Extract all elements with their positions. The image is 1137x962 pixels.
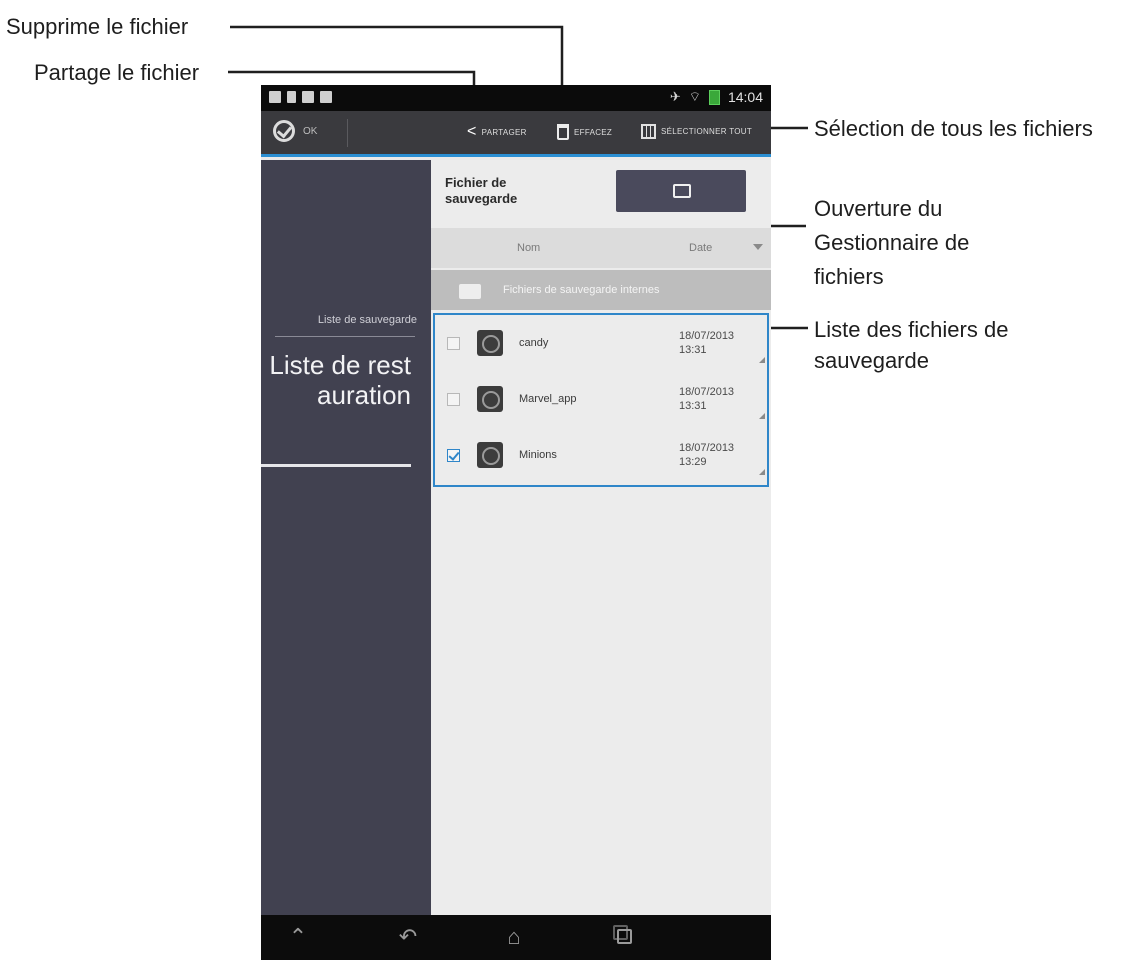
callout-select-all: Sélection de tous les fichiers (814, 116, 1093, 141)
file-checkbox[interactable] (447, 449, 460, 462)
chevron-up-icon: ⌃ (288, 924, 308, 949)
corner-marker-icon (759, 413, 765, 419)
share-icon: < (467, 123, 477, 140)
recent-apps-icon (617, 929, 632, 944)
ok-button[interactable]: OK (273, 120, 317, 142)
recent-apps-button[interactable] (609, 923, 639, 951)
sd-card-icon (302, 91, 314, 103)
backup-file-list: candy 18/07/2013 13:31 Marvel_app 18/07/… (433, 313, 769, 487)
action-bar-divider (347, 119, 348, 147)
list-item[interactable]: Marvel_app 18/07/2013 13:31 (435, 373, 767, 429)
main-content: Fichier de sauvegarde Nom Date Fichiers … (431, 160, 771, 915)
callout-backup-list: Liste des fichiers de sauvegarde (814, 317, 1009, 373)
folder-icon (673, 184, 691, 198)
folder-open-icon (459, 284, 481, 299)
check-circle-icon (273, 120, 295, 142)
action-bar: OK < PARTAGER EFFACEZ SÉLECTIONNER TOUT (261, 111, 771, 157)
select-all-icon (641, 124, 656, 139)
tab-backup-list[interactable]: Liste de sauvegarde (318, 314, 417, 326)
file-name: Minions (519, 449, 557, 461)
list-item[interactable]: candy 18/07/2013 13:31 (435, 317, 767, 373)
battery-icon (708, 89, 720, 105)
file-date-time: 13:31 (679, 400, 707, 412)
select-all-label: SÉLECTIONNER TOUT (661, 127, 753, 136)
app-icon (477, 386, 503, 412)
column-header: Nom Date (431, 228, 771, 268)
file-date-day: 18/07/2013 (679, 386, 735, 398)
ok-label: OK (303, 125, 318, 137)
screenshot-icon (269, 91, 281, 103)
status-bar: ✈ ⌔ 14:04 (261, 85, 771, 111)
delete-button[interactable]: EFFACEZ (557, 124, 612, 140)
share-button[interactable]: < PARTAGER (467, 124, 527, 140)
sidebar: Liste de sauvegarde Liste de restauratio… (261, 160, 431, 915)
app-icon (477, 442, 503, 468)
select-all-button[interactable]: SÉLECTIONNER TOUT (641, 124, 752, 139)
file-date-time: 13:31 (679, 344, 707, 356)
file-date-time: 13:29 (679, 456, 707, 468)
file-date: 18/07/2013 13:31 (679, 385, 734, 413)
navigation-bar: ⌃ ↶ ⌂ (261, 915, 771, 960)
file-name: Marvel_app (519, 393, 577, 405)
app-icon (477, 330, 503, 356)
back-icon: ↶ (398, 924, 418, 949)
column-date[interactable]: Date (689, 242, 712, 254)
home-button[interactable]: ⌂ (499, 923, 529, 951)
file-date-day: 18/07/2013 (679, 442, 735, 454)
group-label: Fichiers de sauvegarde internes (503, 284, 660, 296)
backup-file-label: Fichier de sauvegarde (445, 175, 518, 206)
corner-marker-icon (759, 469, 765, 475)
callout-delete: Supprime le fichier (6, 14, 189, 39)
device-screen: ✈ ⌔ 14:04 OK < PARTAGER EFFACEZ SÉLECTIO… (261, 85, 771, 960)
share-label: PARTAGER (481, 127, 527, 137)
column-name[interactable]: Nom (517, 242, 540, 254)
file-date: 18/07/2013 13:29 (679, 441, 734, 469)
file-date-day: 18/07/2013 (679, 330, 735, 342)
sort-arrow-icon[interactable] (753, 244, 763, 250)
callout-open-manager: Ouverture du Gestionnaire de fichiers (814, 196, 970, 289)
delete-label: EFFACEZ (574, 127, 613, 137)
open-file-manager-button[interactable] (616, 170, 746, 212)
hide-keyboard-button[interactable]: ⌃ (283, 923, 313, 951)
internal-backup-group[interactable]: Fichiers de sauvegarde internes (431, 270, 771, 310)
tab-restore-list[interactable]: Liste de restauration (261, 350, 411, 410)
list-item[interactable]: Minions 18/07/2013 13:29 (435, 429, 767, 485)
active-tab-indicator (261, 464, 411, 467)
download-icon (320, 91, 332, 103)
status-clock: 14:04 (727, 89, 763, 105)
file-checkbox[interactable] (447, 393, 460, 406)
home-icon: ⌂ (507, 924, 521, 949)
airplane-mode-icon: ✈ (669, 89, 681, 104)
document-icon (287, 91, 296, 103)
wifi-icon: ⌔ (688, 89, 701, 104)
sidebar-divider (275, 336, 415, 337)
file-date: 18/07/2013 13:31 (679, 329, 734, 357)
callout-share: Partage le fichier (34, 60, 200, 85)
system-icons: ✈ ⌔ 14:04 (670, 89, 763, 105)
back-button[interactable]: ↶ (393, 923, 423, 951)
file-checkbox[interactable] (447, 337, 460, 350)
notification-icons (269, 91, 332, 103)
trash-icon (557, 124, 569, 140)
corner-marker-icon (759, 357, 765, 363)
file-name: candy (519, 337, 549, 349)
